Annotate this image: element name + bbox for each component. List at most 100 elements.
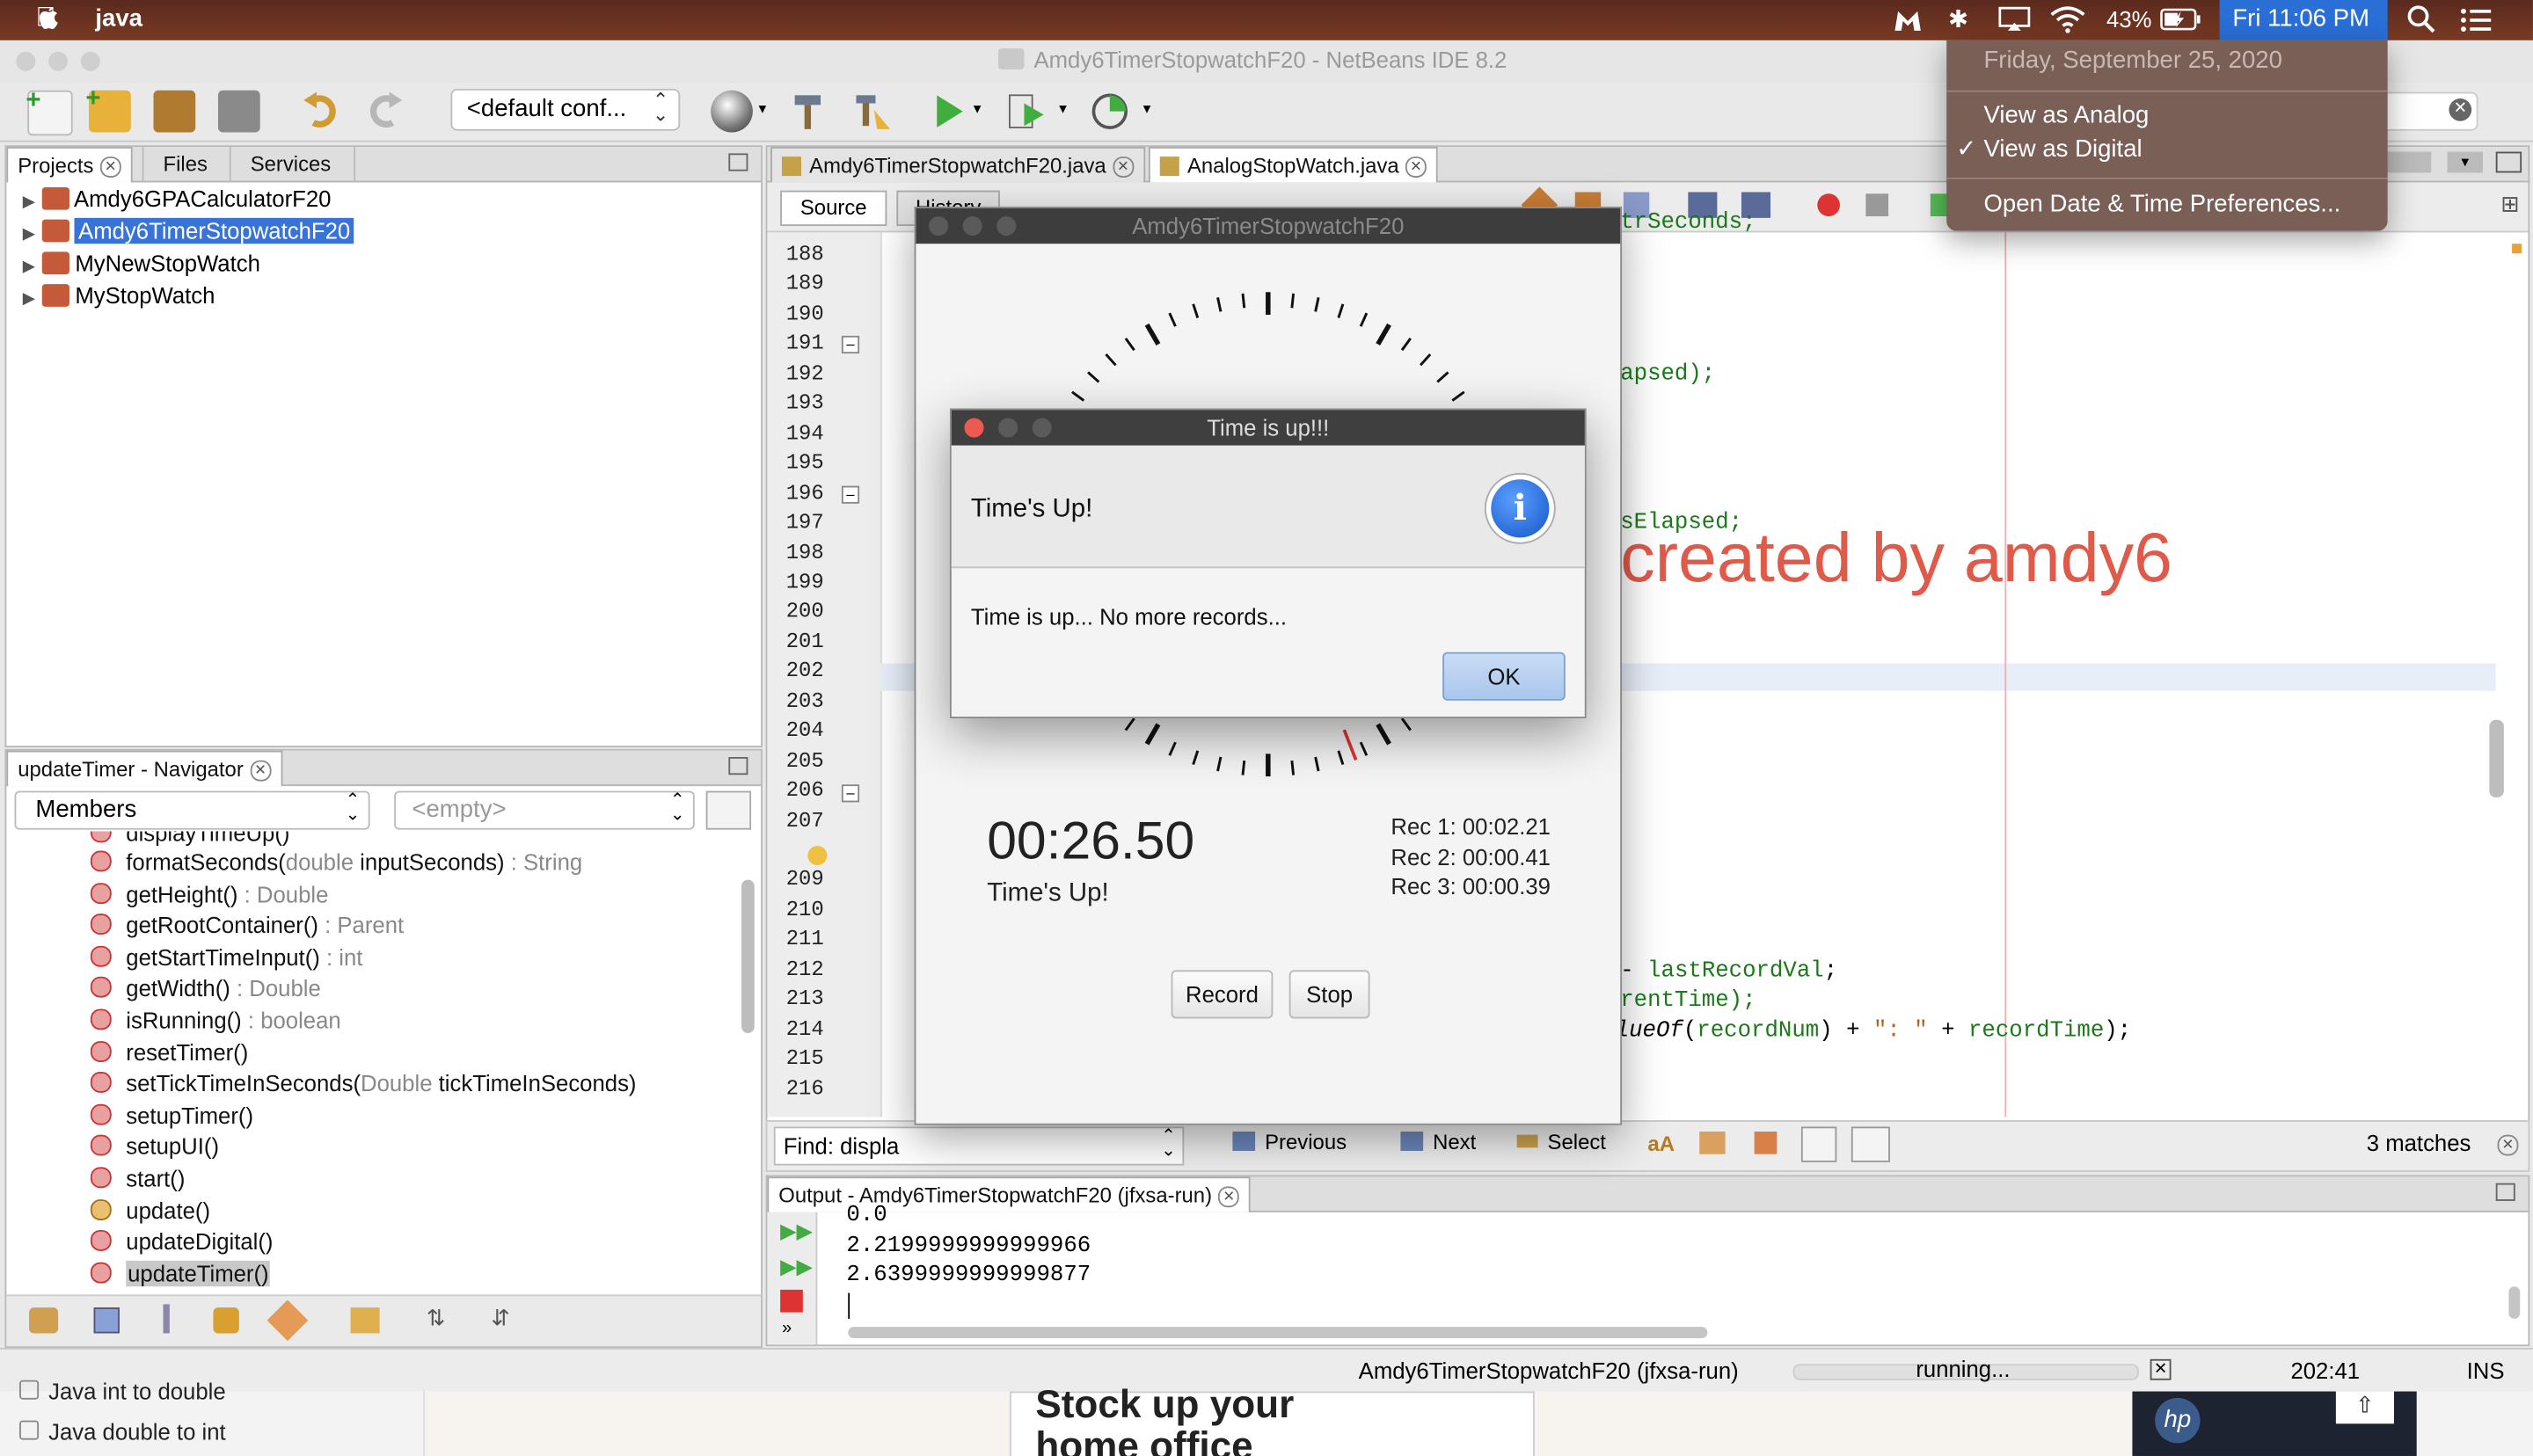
record-button[interactable]: Record <box>1171 970 1274 1019</box>
wifi-icon[interactable] <box>2050 5 2085 34</box>
close-find-icon[interactable]: ✕ <box>2497 1132 2519 1161</box>
clock-text[interactable]: Fri 11:06 PM <box>2232 5 2369 33</box>
new-file-icon[interactable]: + <box>26 87 73 136</box>
match-case-icon[interactable]: aA <box>1647 1132 1675 1156</box>
list-item[interactable]: updateDigital() <box>90 1227 274 1259</box>
list-item[interactable]: formatSeconds(double inputSeconds) : Str… <box>90 848 582 879</box>
browser-globe-icon[interactable] <box>711 90 753 133</box>
navigator-options-icon[interactable] <box>705 790 752 830</box>
open-project-icon[interactable] <box>153 90 196 133</box>
minimize-panel-icon[interactable] <box>728 757 748 775</box>
fold-icon[interactable]: – <box>841 335 860 354</box>
close-tab-icon[interactable]: ✕ <box>250 760 271 782</box>
profile-icon[interactable] <box>1089 91 1131 133</box>
list-item[interactable]: getHeight() : Double <box>90 879 328 911</box>
members-select[interactable]: Members ⌃ ⌄ <box>14 790 370 830</box>
filter-private-icon[interactable] <box>213 1307 239 1334</box>
rerun-with-options-icon[interactable]: ▶▶ <box>780 1254 813 1279</box>
clean-build-icon[interactable] <box>851 91 894 133</box>
config-select[interactable]: <default conf... ⌃ ⌄ <box>450 88 681 131</box>
save-all-icon[interactable] <box>217 90 260 133</box>
app-name-menu[interactable]: java <box>95 5 142 33</box>
output-hscrollbar[interactable] <box>848 1327 1708 1338</box>
start-macro-icon[interactable] <box>1817 193 1841 217</box>
list-item[interactable]: setupTimer() <box>90 1101 253 1132</box>
menu-item-preferences[interactable]: Open Date & Time Preferences... <box>1983 191 2340 218</box>
tab-projects[interactable]: Projects ✕ <box>6 147 133 183</box>
sort-by-source-icon[interactable]: ⇵ <box>491 1304 510 1331</box>
dropdown-arrow-icon[interactable]: ▼ <box>971 102 984 117</box>
tab-list-icon[interactable] <box>2383 151 2432 173</box>
minimize-panel-icon[interactable] <box>2495 1183 2515 1201</box>
close-tab-icon[interactable]: ✕ <box>1113 157 1134 178</box>
minimize-panel-icon[interactable] <box>728 153 748 171</box>
menu-item-digital[interactable]: View as Digital <box>1983 135 2142 163</box>
hint-bulb-icon[interactable] <box>807 846 828 866</box>
spotlight-search-icon[interactable] <box>2407 5 2436 34</box>
list-item[interactable]: getStartTimeInput() : int <box>90 943 362 974</box>
battery-charging-icon[interactable] <box>2160 8 2202 31</box>
dropdown-arrow-icon[interactable]: ▼ <box>2447 151 2484 173</box>
list-item[interactable]: Java double to int <box>19 1419 226 1445</box>
build-hammer-icon[interactable] <box>788 91 830 133</box>
tab-file-2[interactable]: AnalogStopWatch.java ✕ <box>1148 147 1438 183</box>
regex-icon[interactable] <box>1754 1131 1777 1154</box>
tree-item[interactable]: ▶ Amdy6TimerStopwatchF20 <box>23 215 354 247</box>
navigator-scrollbar[interactable] <box>741 879 755 1033</box>
list-item[interactable]: isRunning() : boolean <box>90 1006 341 1037</box>
list-item[interactable]: resetTimer() <box>90 1037 248 1069</box>
output-vscrollbar[interactable] <box>2508 1286 2521 1319</box>
whole-words-icon[interactable] <box>1699 1131 1726 1154</box>
debug-icon[interactable] <box>1004 91 1047 133</box>
tab-source[interactable]: Source <box>780 190 887 227</box>
run-icon[interactable] <box>927 91 969 133</box>
select-button[interactable]: Select <box>1516 1130 1606 1154</box>
list-item[interactable]: update() <box>90 1196 210 1227</box>
dropdown-arrow-icon[interactable]: ▼ <box>1056 102 1069 117</box>
notification-center-icon[interactable] <box>2460 6 2493 33</box>
next-button[interactable]: Next <box>1400 1130 1476 1154</box>
sort-by-name-icon[interactable]: ⇅ <box>427 1304 446 1331</box>
zoom-window-button[interactable] <box>80 51 100 71</box>
filter-select[interactable]: <empty> ⌃ ⌄ <box>394 790 695 830</box>
maximize-editor-icon[interactable] <box>2495 151 2522 173</box>
tree-item[interactable]: ▶ MyStopWatch <box>23 280 215 312</box>
close-tab-icon[interactable]: ✕ <box>1405 157 1427 178</box>
minimize-window-button[interactable] <box>48 51 69 71</box>
fold-icon[interactable]: – <box>841 485 860 504</box>
apple-logo-icon[interactable] <box>35 6 61 33</box>
tab-navigator[interactable]: updateTimer - Navigator ✕ <box>6 750 282 787</box>
close-tab-icon[interactable]: ✕ <box>1218 1186 1240 1208</box>
filter-static-icon[interactable] <box>163 1304 170 1334</box>
filter-local-icon[interactable] <box>350 1307 380 1334</box>
cancel-task-icon[interactable]: ✕ <box>2150 1358 2172 1380</box>
error-stripe-marker[interactable] <box>2512 244 2522 254</box>
find-input[interactable]: Find: displa ⌃ ⌄ <box>773 1126 1185 1166</box>
filter-fields-icon[interactable] <box>93 1307 120 1334</box>
tree-item[interactable]: ▶ MyNewStopWatch <box>23 247 260 280</box>
close-tab-icon[interactable]: ✕ <box>99 157 121 178</box>
highlight-results-icon[interactable] <box>1800 1126 1837 1162</box>
rerun-icon[interactable]: ▶▶ <box>780 1219 813 1244</box>
undo-icon[interactable] <box>301 91 343 133</box>
tree-item[interactable]: ▶ Amdy6GPACalculatorF20 <box>23 182 332 215</box>
tab-services[interactable]: Services <box>229 147 356 181</box>
ok-button[interactable]: OK <box>1442 652 1566 701</box>
fold-icon[interactable]: – <box>841 784 860 803</box>
stop-icon[interactable] <box>780 1289 803 1313</box>
close-window-button[interactable] <box>16 51 36 71</box>
previous-button[interactable]: Previous <box>1232 1130 1347 1154</box>
list-item[interactable]: getWidth() : Double <box>90 974 321 1006</box>
dropdown-arrow-icon[interactable]: ▼ <box>1141 102 1154 117</box>
clock-menu-highlight[interactable]: Fri 11:06 PM <box>2219 0 2388 40</box>
split-editor-icon[interactable]: ⊞ <box>2500 191 2520 218</box>
list-item[interactable]: Java int to double <box>19 1379 226 1404</box>
list-item[interactable]: getRootContainer() : Parent <box>90 911 404 943</box>
dropdown-arrow-icon[interactable]: ▼ <box>756 102 770 117</box>
malwarebytes-icon[interactable] <box>1892 6 1924 33</box>
bluetooth-icon[interactable]: ✱ <box>1948 5 1968 33</box>
list-item[interactable]: start() <box>90 1164 185 1196</box>
clear-search-icon[interactable]: ✕ <box>2449 98 2472 121</box>
new-project-icon[interactable]: + <box>85 85 131 133</box>
airplay-icon[interactable] <box>1998 6 2031 32</box>
